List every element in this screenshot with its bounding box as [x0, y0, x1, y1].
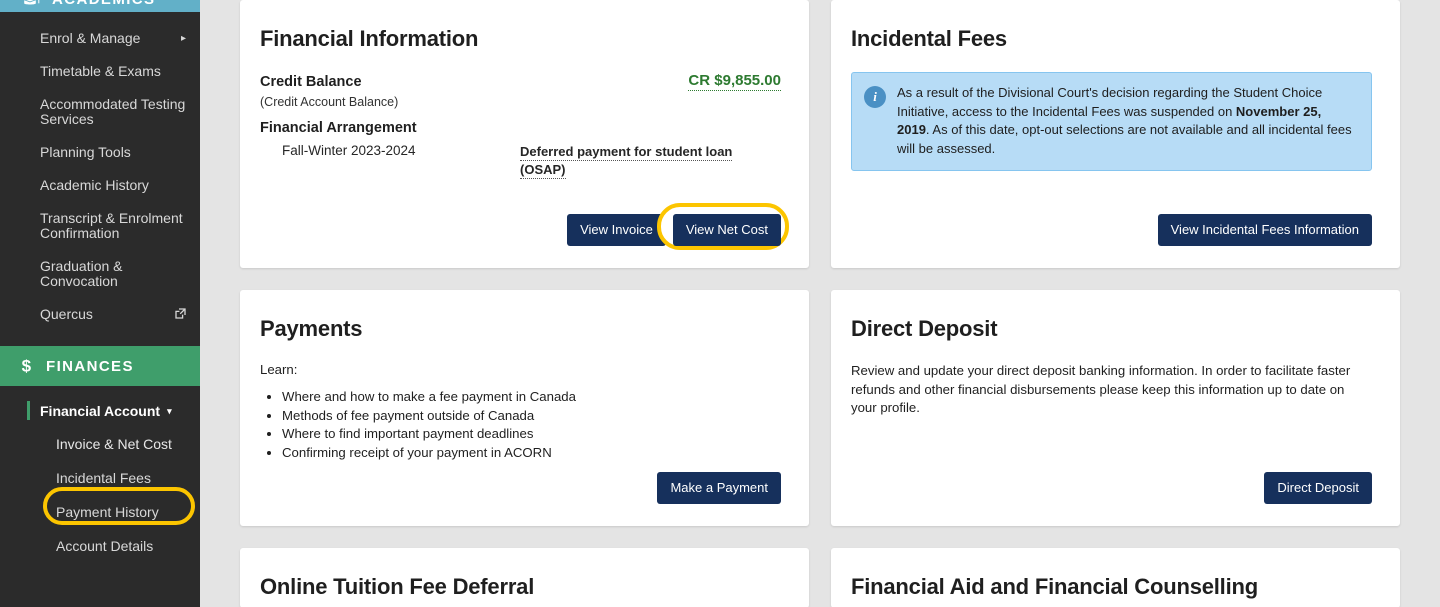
- direct-deposit-body: Review and update your direct deposit ba…: [851, 363, 1351, 415]
- sidebar-item-account-details[interactable]: Account Details: [0, 529, 200, 563]
- sidebar-item-graduation-convocation[interactable]: Graduation & Convocation: [0, 250, 200, 298]
- credit-balance-value: CR $9,855.00: [688, 72, 781, 91]
- sidebar-item-enrol-manage[interactable]: Enrol & Manage ▸: [0, 22, 200, 55]
- direct-deposit-button[interactable]: Direct Deposit: [1264, 472, 1372, 504]
- card-title-incidental-fees: Incidental Fees: [851, 26, 1007, 51]
- financial-information-actions: View Invoice View Net Cost: [260, 203, 789, 250]
- sidebar: ACADEMICS Enrol & Manage ▸ Timetable & E…: [0, 0, 200, 607]
- sidebar-item-label: Graduation & Convocation: [40, 258, 123, 289]
- dollar-sign-icon: $: [20, 357, 34, 375]
- sidebar-item-academic-history[interactable]: Academic History: [0, 169, 200, 202]
- card-payments: Payments Learn: Where and how to make a …: [240, 290, 809, 526]
- learn-label: Learn:: [260, 362, 298, 377]
- list-item: Confirming receipt of your payment in AC…: [282, 444, 781, 463]
- list-item: Methods of fee payment outside of Canada: [282, 407, 781, 426]
- sidebar-item-financial-account[interactable]: Financial Account ▾: [0, 395, 200, 427]
- incidental-fees-actions: View Incidental Fees Information: [851, 214, 1372, 246]
- sidebar-item-label: Timetable & Exams: [40, 63, 161, 79]
- sidebar-item-label: Invoice & Net Cost: [56, 436, 172, 452]
- sidebar-item-label: Financial Account: [40, 403, 161, 419]
- financial-arrangement-row: Fall-Winter 2023-2024 Deferred payment f…: [260, 143, 781, 179]
- page-root: ACADEMICS Enrol & Manage ▸ Timetable & E…: [0, 0, 1440, 607]
- list-item: Where and how to make a fee payment in C…: [282, 388, 781, 407]
- view-incidental-fees-information-button[interactable]: View Incidental Fees Information: [1157, 214, 1372, 246]
- card-title-financial-aid: Financial Aid and Financial Counselling: [851, 574, 1258, 599]
- graduation-cap-icon: [20, 0, 40, 8]
- sidebar-item-incidental-fees[interactable]: Incidental Fees: [0, 461, 200, 495]
- alert-text: As a result of the Divisional Court's de…: [897, 84, 1357, 158]
- credit-balance-sublabel: (Credit Account Balance): [260, 95, 399, 109]
- external-link-icon: [175, 307, 186, 322]
- sidebar-section-academics-label: ACADEMICS: [52, 0, 155, 8]
- svg-text:$: $: [22, 357, 33, 375]
- cards-grid-bottom: Online Tuition Fee Deferral Financial Ai…: [240, 548, 1400, 607]
- payments-actions: Make a Payment: [260, 472, 781, 504]
- financial-arrangement-value-text: Deferred payment for student loan (OSAP): [520, 144, 733, 179]
- main-content: Financial Information Credit Balance (Cr…: [200, 0, 1440, 607]
- sidebar-item-transcript-enrolment-confirmation[interactable]: Transcript & Enrolment Confirmation: [0, 202, 200, 250]
- sidebar-section-finances-label: FINANCES: [46, 357, 134, 375]
- sidebar-item-label: Enrol & Manage: [40, 30, 141, 46]
- page-title: Financial Information: [260, 26, 479, 51]
- sidebar-item-label: Incidental Fees: [56, 470, 151, 486]
- card-online-tuition-fee-deferral: Online Tuition Fee Deferral: [240, 548, 809, 607]
- sidebar-item-label: Academic History: [40, 177, 149, 193]
- cards-grid: Financial Information Credit Balance (Cr…: [240, 0, 1400, 526]
- sidebar-item-label: Planning Tools: [40, 144, 131, 160]
- info-icon: i: [864, 86, 886, 108]
- sidebar-section-academics: ACADEMICS: [0, 0, 200, 12]
- sidebar-item-label: Payment History: [56, 504, 159, 520]
- card-financial-information: Financial Information Credit Balance (Cr…: [240, 0, 809, 268]
- sidebar-item-label: Transcript & Enrolment Confirmation: [40, 210, 183, 241]
- sidebar-item-planning-tools[interactable]: Planning Tools: [0, 136, 200, 169]
- sidebar-item-label: Account Details: [56, 538, 154, 554]
- finances-nav-list: Financial Account ▾ Invoice & Net Cost I…: [0, 386, 200, 563]
- card-financial-aid: Financial Aid and Financial Counselling: [831, 548, 1400, 607]
- chevron-right-icon: ▸: [180, 33, 186, 44]
- sidebar-item-label: Quercus: [40, 306, 93, 322]
- make-a-payment-button[interactable]: Make a Payment: [657, 472, 781, 504]
- academics-nav-list: Enrol & Manage ▸ Timetable & Exams Accom…: [0, 12, 200, 331]
- credit-balance-row: Credit Balance (Credit Account Balance) …: [260, 72, 781, 111]
- direct-deposit-actions: Direct Deposit: [851, 472, 1372, 504]
- credit-balance-label: Credit Balance: [260, 74, 362, 90]
- sidebar-section-finances: $ FINANCES: [0, 346, 200, 386]
- sidebar-item-quercus[interactable]: Quercus: [0, 298, 200, 331]
- card-direct-deposit: Direct Deposit Review and update your di…: [831, 290, 1400, 526]
- financial-arrangement-term: Fall-Winter 2023-2024: [282, 143, 416, 158]
- sidebar-item-payment-history[interactable]: Payment History: [0, 495, 200, 529]
- card-title-online-tuition-fee-deferral: Online Tuition Fee Deferral: [260, 574, 535, 599]
- incidental-fees-alert: i As a result of the Divisional Court's …: [851, 72, 1372, 171]
- card-incidental-fees: Incidental Fees i As a result of the Div…: [831, 0, 1400, 268]
- list-item: Where to find important payment deadline…: [282, 425, 781, 444]
- card-title-payments: Payments: [260, 316, 363, 341]
- alert-text-part2: . As of this date, opt-out selections ar…: [897, 122, 1352, 156]
- sidebar-item-invoice-net-cost[interactable]: Invoice & Net Cost: [0, 427, 200, 461]
- card-title-direct-deposit: Direct Deposit: [851, 316, 998, 341]
- view-net-cost-button[interactable]: View Net Cost: [672, 214, 781, 246]
- chevron-down-icon: ▾: [167, 405, 172, 416]
- sidebar-item-label: Accommodated Testing Services: [40, 96, 186, 127]
- view-net-cost-wrapper: View Net Cost: [656, 203, 789, 250]
- financial-arrangement-label: Financial Arrangement: [260, 120, 417, 136]
- sidebar-item-accommodated-testing-services[interactable]: Accommodated Testing Services: [0, 88, 200, 136]
- sidebar-item-timetable-exams[interactable]: Timetable & Exams: [0, 55, 200, 88]
- financial-arrangement-value: Deferred payment for student loan (OSAP): [520, 143, 738, 179]
- payments-learn-list: Where and how to make a fee payment in C…: [282, 388, 781, 462]
- view-invoice-button[interactable]: View Invoice: [567, 214, 666, 246]
